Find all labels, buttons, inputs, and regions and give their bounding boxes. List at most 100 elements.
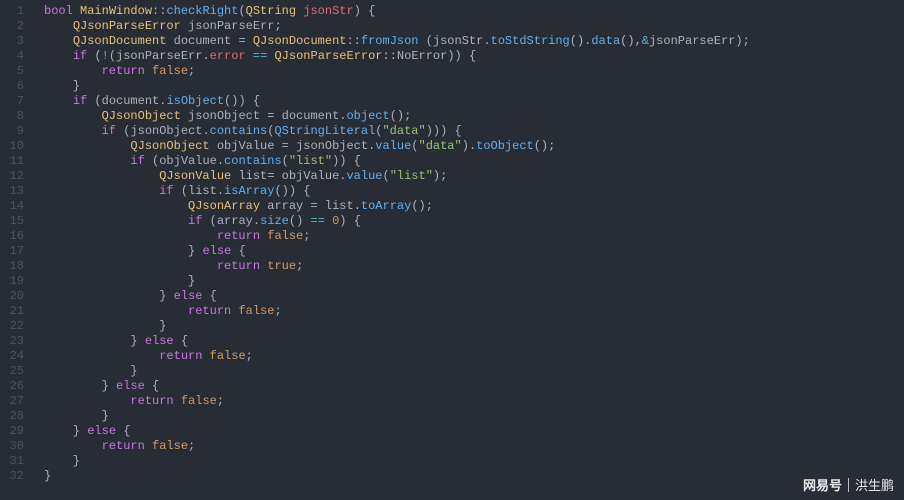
code-line[interactable]: } (32, 79, 904, 94)
code-token: else (202, 244, 231, 258)
code-line[interactable]: } else { (32, 289, 904, 304)
code-token: QJsonObject (102, 109, 181, 123)
code-token: QJsonParseError (274, 49, 382, 63)
code-line[interactable]: } (32, 319, 904, 334)
code-token (44, 154, 130, 168)
code-line[interactable]: QJsonObject objValue = jsonObject.value(… (32, 139, 904, 154)
code-token: return (130, 394, 173, 408)
code-line[interactable]: QJsonObject jsonObject = document.object… (32, 109, 904, 124)
code-line[interactable]: return false; (32, 394, 904, 409)
code-line[interactable]: QJsonParseError jsonParseErr; (32, 19, 904, 34)
code-token: ; (246, 349, 253, 363)
code-line[interactable]: if (jsonObject.contains(QStringLiteral("… (32, 124, 904, 139)
code-token: return (188, 304, 231, 318)
code-token: "data" (382, 124, 425, 138)
code-line[interactable]: if (objValue.contains("list")) { (32, 154, 904, 169)
line-number: 26 (0, 379, 32, 394)
code-area[interactable]: bool MainWindow::checkRight(QString json… (32, 0, 904, 500)
code-line[interactable]: } else { (32, 334, 904, 349)
code-token: jsonObject (130, 124, 202, 138)
code-token: checkRight (166, 4, 238, 18)
line-number: 3 (0, 34, 32, 49)
code-token: :: (152, 4, 166, 18)
code-token: contains (210, 124, 268, 138)
code-token: if (73, 49, 87, 63)
code-token (166, 34, 173, 48)
code-token: jsonObject (188, 109, 260, 123)
code-line[interactable]: if (list.isArray()) { (32, 184, 904, 199)
code-line[interactable]: QJsonArray array = list.toArray(); (32, 199, 904, 214)
code-token: false (267, 229, 303, 243)
code-line[interactable]: } else { (32, 244, 904, 259)
code-token: document (282, 109, 340, 123)
code-line[interactable]: return false; (32, 349, 904, 364)
code-token: ); (735, 34, 749, 48)
line-number-gutter: 1234567891011121314151617181920212223242… (0, 0, 32, 500)
code-token: = (303, 199, 325, 213)
code-token: . (483, 34, 490, 48)
code-token: QJsonDocument (73, 34, 167, 48)
code-token: QJsonDocument (253, 34, 347, 48)
code-token: } (44, 424, 87, 438)
code-line[interactable]: } (32, 409, 904, 424)
line-number: 20 (0, 289, 32, 304)
code-token: isObject (166, 94, 224, 108)
code-token (44, 19, 73, 33)
code-token: = (231, 34, 253, 48)
line-number: 12 (0, 169, 32, 184)
code-line[interactable]: } (32, 454, 904, 469)
code-line[interactable]: } (32, 469, 904, 484)
code-token: ( (87, 49, 101, 63)
code-token: } (44, 454, 80, 468)
code-line[interactable]: bool MainWindow::checkRight(QString json… (32, 4, 904, 19)
code-token: ( (116, 124, 130, 138)
code-token: (). (570, 34, 592, 48)
code-token: jsonStr (433, 34, 483, 48)
code-token: size (260, 214, 289, 228)
code-line[interactable]: } else { (32, 424, 904, 439)
code-token: if (188, 214, 202, 228)
code-token: } (44, 289, 174, 303)
code-token: return (159, 349, 202, 363)
line-number: 25 (0, 364, 32, 379)
code-token: else (174, 289, 203, 303)
watermark-author: 洪生鹏 (855, 475, 894, 494)
code-token: ( (174, 184, 188, 198)
line-number: 28 (0, 409, 32, 424)
code-token: } (44, 469, 51, 483)
code-token: ( (282, 154, 289, 168)
code-token: list (238, 169, 267, 183)
code-token: ; (274, 304, 281, 318)
code-line[interactable]: return false; (32, 304, 904, 319)
code-line[interactable]: if (!(jsonParseErr.error == QJsonParseEr… (32, 49, 904, 64)
code-token (44, 169, 159, 183)
code-line[interactable]: return false; (32, 64, 904, 79)
code-line[interactable]: } (32, 364, 904, 379)
code-token: ( (202, 214, 216, 228)
code-line[interactable]: return false; (32, 439, 904, 454)
code-line[interactable]: } else { (32, 379, 904, 394)
code-token: ( (382, 169, 389, 183)
code-line[interactable]: return true; (32, 259, 904, 274)
code-token: ! (102, 49, 109, 63)
code-token: ; (296, 259, 303, 273)
code-token: NoError (397, 49, 447, 63)
code-token: } (44, 379, 116, 393)
code-token: "data" (419, 139, 462, 153)
code-line[interactable]: return false; (32, 229, 904, 244)
code-token (44, 229, 217, 243)
code-token: array (217, 214, 253, 228)
code-token (73, 4, 80, 18)
code-token (44, 109, 102, 123)
code-line[interactable]: QJsonValue list= objValue.value("list"); (32, 169, 904, 184)
code-token (325, 214, 332, 228)
code-token: & (642, 34, 649, 48)
line-number: 6 (0, 79, 32, 94)
code-line[interactable]: if (document.isObject()) { (32, 94, 904, 109)
code-line[interactable]: if (array.size() == 0) { (32, 214, 904, 229)
line-number: 11 (0, 154, 32, 169)
code-line[interactable]: } (32, 274, 904, 289)
code-token: ( (145, 154, 159, 168)
code-line[interactable]: QJsonDocument document = QJsonDocument::… (32, 34, 904, 49)
code-token (44, 439, 102, 453)
